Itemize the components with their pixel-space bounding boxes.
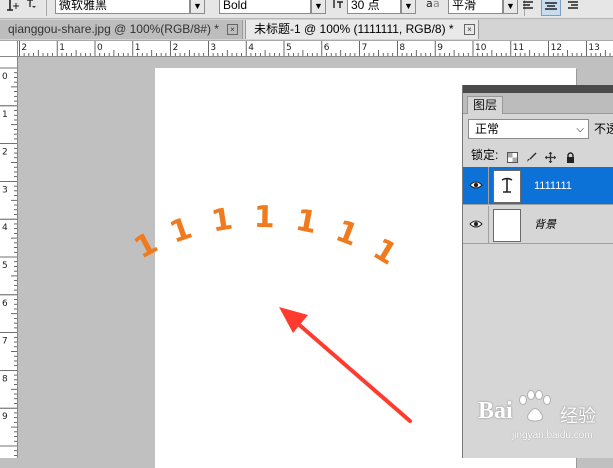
curved-text-char: 1 [165, 211, 196, 251]
curved-text-char: 1 [293, 203, 320, 241]
eye-icon [469, 181, 483, 189]
tab-layers[interactable]: 图层 [467, 96, 504, 114]
layer-row-1111111[interactable]: 1111111 [463, 167, 613, 205]
tab-layers-label: 图层 [473, 98, 498, 112]
opacity-label: 不透 [594, 122, 613, 136]
chevron-down-icon: ⌵ [576, 124, 584, 135]
watermark-brand-cn: 经验 [560, 406, 596, 426]
lock-label: 锁定: [471, 148, 499, 162]
curved-text-char: 1 [209, 202, 235, 240]
panel-tab-row: 图层 [463, 93, 613, 114]
curved-text-char: 1 [253, 200, 274, 235]
layer-visibility-toggle[interactable] [463, 167, 489, 205]
red-arrow-annotation [279, 307, 412, 423]
text-layer-icon [501, 177, 513, 193]
curved-text-layer[interactable]: 1111111 [129, 200, 403, 273]
curved-text-char: 1 [331, 214, 363, 254]
watermark-url: jingyan.baidu.com [512, 430, 593, 441]
layer-row-background[interactable]: 背景 [463, 206, 613, 244]
layer-visibility-toggle[interactable] [463, 206, 489, 244]
lock-all-icon[interactable] [565, 150, 576, 164]
blend-mode-select[interactable]: 正常 ⌵ [468, 119, 589, 139]
background-layer-thumbnail [493, 209, 521, 242]
curved-text-char: 1 [367, 232, 403, 273]
watermark-brand: Bai [478, 398, 513, 424]
baidu-jingyan-watermark: Bai 经验 jingyan.baidu.com [478, 386, 613, 446]
panel-title-strip [463, 85, 613, 93]
lock-position-icon[interactable] [545, 150, 557, 164]
curved-text-char: 1 [129, 226, 164, 267]
lock-row: 锁定: [471, 146, 576, 164]
lock-transparent-pixels-icon[interactable] [506, 150, 518, 164]
layer-name: 1111111 [534, 180, 572, 192]
lock-image-pixels-icon[interactable] [526, 150, 537, 163]
eye-icon [469, 220, 483, 228]
layer-name: 背景 [534, 219, 556, 231]
text-layer-thumbnail [493, 170, 521, 203]
blend-mode-value: 正常 [475, 122, 500, 136]
